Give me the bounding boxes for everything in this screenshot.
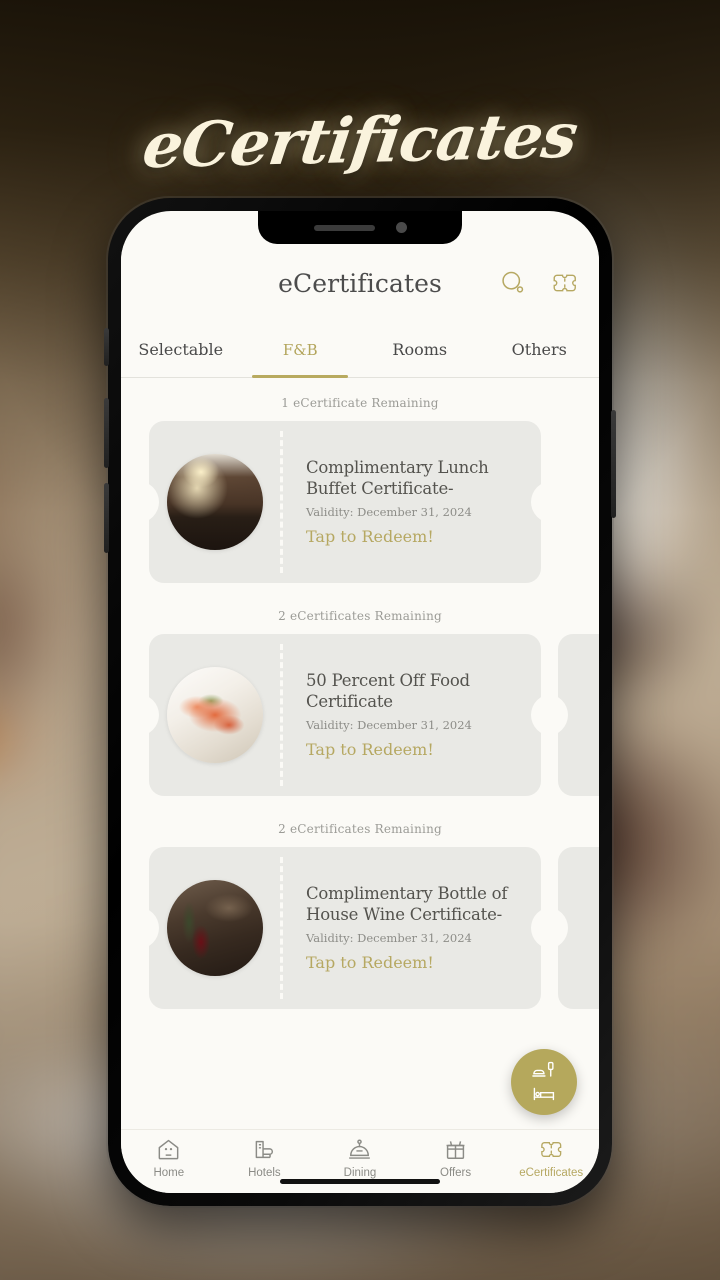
certificate-card-next[interactable] — [547, 634, 599, 796]
nav-item-offers[interactable]: Offers — [408, 1137, 504, 1179]
phone-screen: eCertificates Selectable F&B Rooms Other… — [121, 211, 599, 1193]
phone-mockup: eCertificates Selectable F&B Rooms Other… — [104, 198, 616, 1206]
tab-label: Others — [511, 340, 567, 359]
building-icon — [255, 1140, 273, 1159]
cloche-icon — [349, 1139, 371, 1159]
certificate-validity: Validity: December 31, 2024 — [306, 504, 472, 519]
certificate-carousel[interactable]: Complimentary Lunch Buffet Certificate- … — [121, 421, 599, 583]
tap-to-redeem-link[interactable]: Tap to Redeem! — [306, 527, 529, 546]
nav-label: Hotels — [248, 1167, 281, 1179]
speaker-grille-icon — [313, 224, 375, 231]
app-bar-actions — [499, 269, 579, 297]
certificate-validity: Validity: December 31, 2024 — [306, 717, 472, 732]
certificate-group: 2 eCertificates Remaining Complimentary … — [121, 822, 599, 1009]
certificate-carousel[interactable]: 50 Percent Off Food Certificate Validity… — [121, 634, 599, 796]
remaining-count-label: 1 eCertificate Remaining — [281, 396, 439, 410]
tab-label: Selectable — [138, 340, 224, 359]
certificate-carousel[interactable]: Complimentary Bottle of House Wine Certi… — [121, 847, 599, 1009]
ticket-icon — [540, 1142, 561, 1157]
nav-item-ecertificates[interactable]: eCertificates — [503, 1137, 599, 1179]
page-title: eCertificates — [278, 268, 442, 298]
power-button[interactable] — [611, 410, 616, 518]
home-indicator — [280, 1179, 440, 1184]
app-bar: eCertificates — [121, 244, 599, 322]
quick-actions-fab[interactable] — [511, 1049, 577, 1115]
certificate-group: 2 eCertificates Remaining 50 Percent Off… — [121, 609, 599, 796]
gift-icon — [446, 1141, 465, 1159]
certificate-card[interactable]: Complimentary Bottle of House Wine Certi… — [138, 847, 552, 1009]
tab-label: F&B — [282, 340, 318, 359]
ticket-icon[interactable] — [551, 269, 579, 297]
front-camera-icon — [395, 222, 407, 233]
tab-rooms[interactable]: Rooms — [360, 322, 480, 377]
nav-item-hotels[interactable]: Hotels — [217, 1137, 313, 1179]
nav-label: eCertificates — [519, 1167, 584, 1179]
certificate-card[interactable]: Complimentary Lunch Buffet Certificate- … — [138, 421, 552, 583]
nav-item-home[interactable]: Home — [121, 1137, 217, 1179]
bed-icon — [533, 1087, 555, 1101]
tap-to-redeem-link[interactable]: Tap to Redeem! — [306, 953, 529, 972]
remaining-count-label: 2 eCertificates Remaining — [278, 609, 442, 623]
certificate-card-next[interactable] — [547, 847, 599, 1009]
phone-notch — [258, 211, 462, 244]
house-icon — [158, 1139, 179, 1160]
nav-label: Offers — [440, 1167, 472, 1179]
certificate-card[interactable]: 50 Percent Off Food Certificate Validity… — [138, 634, 552, 796]
tab-strip: Selectable F&B Rooms Others — [121, 322, 599, 378]
remaining-count-label: 2 eCertificates Remaining — [278, 822, 442, 836]
nav-label: Home — [153, 1167, 185, 1179]
tab-selectable[interactable]: Selectable — [121, 322, 241, 377]
volume-up-button[interactable] — [104, 398, 109, 468]
certificate-title: Complimentary Lunch Buffet Certificate- — [306, 458, 489, 498]
nav-item-dining[interactable]: Dining — [312, 1137, 408, 1179]
tap-to-redeem-link[interactable]: Tap to Redeem! — [306, 740, 529, 759]
tab-fnb[interactable]: F&B — [241, 322, 361, 378]
certificate-photo — [167, 454, 263, 550]
dining-icon — [532, 1061, 554, 1077]
nav-label: Dining — [343, 1167, 377, 1179]
certificate-photo — [167, 880, 263, 976]
tab-label: Rooms — [392, 340, 448, 359]
certificates-list[interactable]: 1 eCertificate Remaining Complimentary L… — [121, 378, 599, 1129]
certificate-group: 1 eCertificate Remaining Complimentary L… — [121, 396, 599, 583]
certificate-title: 50 Percent Off Food Certificate — [306, 671, 470, 711]
volume-down-button[interactable] — [104, 483, 109, 553]
certificate-photo — [167, 667, 263, 763]
mute-switch-button[interactable] — [104, 328, 109, 366]
certificate-validity: Validity: December 31, 2024 — [306, 930, 472, 945]
tab-others[interactable]: Others — [480, 322, 600, 377]
search-icon[interactable] — [499, 269, 527, 297]
certificate-title: Complimentary Bottle of House Wine Certi… — [306, 884, 508, 924]
